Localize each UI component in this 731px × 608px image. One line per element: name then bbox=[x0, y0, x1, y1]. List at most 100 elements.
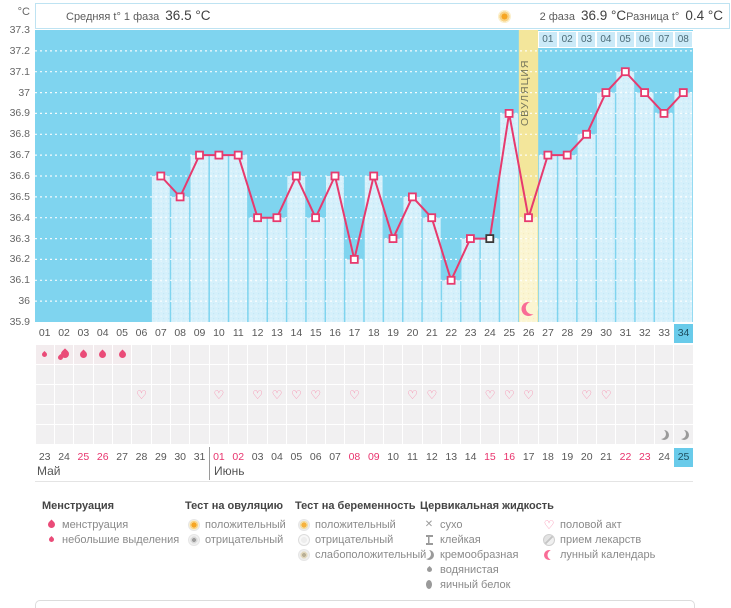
cervical-fluid-cell[interactable] bbox=[152, 405, 170, 424]
cycle-day-cell[interactable]: 29 bbox=[577, 324, 596, 343]
menstruation-cell[interactable] bbox=[307, 345, 325, 364]
menstruation-cell[interactable] bbox=[74, 345, 92, 364]
date-cell[interactable]: 09 bbox=[364, 448, 383, 467]
intercourse-cell[interactable] bbox=[36, 385, 54, 404]
menstruation-cell[interactable] bbox=[365, 345, 383, 364]
cervical-fluid-cell[interactable] bbox=[655, 405, 673, 424]
intercourse-cell[interactable]: ♡ bbox=[519, 385, 537, 404]
lunar-cell[interactable] bbox=[326, 425, 344, 444]
lunar-cell[interactable] bbox=[539, 425, 557, 444]
intercourse-cell[interactable] bbox=[171, 385, 189, 404]
date-cell[interactable]: 08 bbox=[345, 448, 364, 467]
date-cell[interactable]: 23 bbox=[635, 448, 654, 467]
lunar-cell[interactable] bbox=[55, 425, 73, 444]
date-cell[interactable]: 30 bbox=[171, 448, 190, 467]
date-cell[interactable]: 07 bbox=[325, 448, 344, 467]
menstruation-cell[interactable] bbox=[655, 345, 673, 364]
lunar-cell[interactable] bbox=[616, 425, 634, 444]
lunar-cell[interactable] bbox=[578, 425, 596, 444]
cycle-day-cell[interactable]: 15 bbox=[306, 324, 325, 343]
cycle-day-cell[interactable]: 11 bbox=[229, 324, 248, 343]
cycle-day-cell[interactable]: 04 bbox=[93, 324, 112, 343]
date-cell[interactable]: 13 bbox=[442, 448, 461, 467]
lunar-cell[interactable] bbox=[403, 425, 421, 444]
menstruation-cell[interactable] bbox=[674, 345, 692, 364]
ovulation-test-cell[interactable] bbox=[403, 365, 421, 384]
cervical-fluid-cell[interactable] bbox=[55, 405, 73, 424]
lunar-cell[interactable] bbox=[674, 425, 692, 444]
intercourse-cell[interactable] bbox=[74, 385, 92, 404]
ovulation-test-cell[interactable] bbox=[636, 365, 654, 384]
menstruation-cell[interactable] bbox=[500, 345, 518, 364]
date-cell[interactable]: 26 bbox=[93, 448, 112, 467]
lunar-cell[interactable] bbox=[365, 425, 383, 444]
menstruation-cell[interactable] bbox=[113, 345, 131, 364]
menstruation-cell[interactable] bbox=[55, 345, 73, 364]
ovulation-test-cell[interactable] bbox=[674, 365, 692, 384]
intercourse-cell[interactable] bbox=[94, 385, 112, 404]
ovulation-test-cell[interactable] bbox=[578, 365, 596, 384]
date-cell[interactable]: 15 bbox=[480, 448, 499, 467]
lunar-cell[interactable] bbox=[210, 425, 228, 444]
cycle-day-cell[interactable]: 33 bbox=[655, 324, 674, 343]
ovulation-test-cell[interactable] bbox=[74, 365, 92, 384]
lunar-cell[interactable] bbox=[74, 425, 92, 444]
menstruation-cell[interactable] bbox=[597, 345, 615, 364]
cycle-day-cell[interactable]: 28 bbox=[558, 324, 577, 343]
ovulation-test-cell[interactable] bbox=[481, 365, 499, 384]
date-cell[interactable]: 03 bbox=[248, 448, 267, 467]
cycle-day-cell[interactable]: 26 bbox=[519, 324, 538, 343]
intercourse-cell[interactable] bbox=[190, 385, 208, 404]
lunar-cell[interactable] bbox=[423, 425, 441, 444]
date-cell[interactable]: 05 bbox=[287, 448, 306, 467]
menstruation-cell[interactable] bbox=[442, 345, 460, 364]
intercourse-cell[interactable]: ♡ bbox=[481, 385, 499, 404]
ovulation-test-cell[interactable] bbox=[597, 365, 615, 384]
cervical-fluid-cell[interactable] bbox=[345, 405, 363, 424]
lunar-cell[interactable] bbox=[152, 425, 170, 444]
cervical-fluid-cell[interactable] bbox=[636, 405, 654, 424]
date-cell[interactable]: 06 bbox=[306, 448, 325, 467]
ovulation-test-cell[interactable] bbox=[655, 365, 673, 384]
date-cell[interactable]: 20 bbox=[577, 448, 596, 467]
cycle-day-cell[interactable]: 12 bbox=[248, 324, 267, 343]
menstruation-cell[interactable] bbox=[616, 345, 634, 364]
ovulation-test-cell[interactable] bbox=[229, 365, 247, 384]
cervical-fluid-cell[interactable] bbox=[365, 405, 383, 424]
ovulation-test-cell[interactable] bbox=[268, 365, 286, 384]
cycle-day-cell[interactable]: 07 bbox=[151, 324, 170, 343]
ovulation-test-cell[interactable] bbox=[539, 365, 557, 384]
lunar-cell[interactable] bbox=[519, 425, 537, 444]
cervical-fluid-cell[interactable] bbox=[674, 405, 692, 424]
intercourse-cell[interactable] bbox=[365, 385, 383, 404]
cervical-fluid-cell[interactable] bbox=[74, 405, 92, 424]
lunar-cell[interactable] bbox=[461, 425, 479, 444]
ovulation-test-cell[interactable] bbox=[113, 365, 131, 384]
ovulation-test-cell[interactable] bbox=[365, 365, 383, 384]
intercourse-cell[interactable] bbox=[655, 385, 673, 404]
ovulation-test-cell[interactable] bbox=[423, 365, 441, 384]
ovulation-test-cell[interactable] bbox=[94, 365, 112, 384]
cervical-fluid-cell[interactable] bbox=[461, 405, 479, 424]
ovulation-test-cell[interactable] bbox=[442, 365, 460, 384]
cycle-day-cell[interactable]: 25 bbox=[500, 324, 519, 343]
lunar-cell[interactable] bbox=[597, 425, 615, 444]
cycle-day-cell[interactable]: 03 bbox=[74, 324, 93, 343]
lunar-cell[interactable] bbox=[384, 425, 402, 444]
lunar-cell[interactable] bbox=[268, 425, 286, 444]
menstruation-cell[interactable] bbox=[171, 345, 189, 364]
cervical-fluid-cell[interactable] bbox=[171, 405, 189, 424]
cycle-day-cell[interactable]: 13 bbox=[267, 324, 286, 343]
cycle-day-cell[interactable]: 16 bbox=[325, 324, 344, 343]
menstruation-cell[interactable] bbox=[132, 345, 150, 364]
cervical-fluid-cell[interactable] bbox=[287, 405, 305, 424]
cycle-day-cell[interactable]: 10 bbox=[209, 324, 228, 343]
intercourse-cell[interactable] bbox=[55, 385, 73, 404]
menstruation-cell[interactable] bbox=[190, 345, 208, 364]
ovulation-test-cell[interactable] bbox=[190, 365, 208, 384]
date-cell[interactable]: 11 bbox=[403, 448, 422, 467]
ovulation-test-cell[interactable] bbox=[519, 365, 537, 384]
ovulation-test-cell[interactable] bbox=[345, 365, 363, 384]
lunar-cell[interactable] bbox=[636, 425, 654, 444]
cervical-fluid-cell[interactable] bbox=[190, 405, 208, 424]
